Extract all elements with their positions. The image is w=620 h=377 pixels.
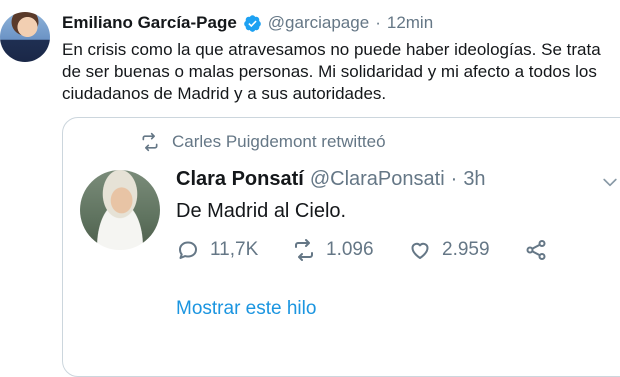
quoted-tweet-text: De Madrid al Cielo. — [176, 200, 347, 222]
retweet-button[interactable]: 1.096 — [292, 238, 374, 262]
tweet-text: En crisis como la que atravesamos no pue… — [62, 40, 601, 103]
tweet-header: Emiliano García-Page @garciapage · 12min — [62, 13, 433, 33]
retweet-context: Carles Puigdemont retwitteó — [140, 132, 386, 152]
reply-count: 11,7K — [210, 239, 259, 260]
verified-badge-icon — [243, 14, 261, 32]
quoted-author-name[interactable]: Clara Ponsatí — [176, 168, 304, 191]
tweet-timestamp[interactable]: 12min — [387, 13, 433, 33]
separator-dot: · — [375, 13, 381, 32]
retweet-icon — [295, 239, 313, 261]
retweet-icon — [142, 132, 158, 152]
share-button[interactable] — [524, 238, 548, 262]
reply-icon — [179, 241, 197, 259]
share-icon — [526, 240, 546, 260]
show-thread-link[interactable]: Mostrar este hilo — [176, 298, 316, 320]
like-button[interactable]: 2.959 — [408, 238, 490, 262]
retweet-count: 1.096 — [326, 239, 374, 260]
like-count: 2.959 — [442, 239, 490, 260]
author-name[interactable]: Emiliano García-Page — [62, 13, 237, 33]
retweeted-by-label[interactable]: Carles Puigdemont retwitteó — [172, 132, 386, 152]
quoted-tweet-timestamp[interactable]: 3h — [463, 168, 485, 191]
author-handle[interactable]: @garciapage — [268, 13, 369, 33]
reply-button[interactable]: 11,7K — [176, 238, 258, 262]
heart-icon — [411, 242, 429, 259]
quoted-tweet-header: Clara Ponsatí @ClaraPonsati · 3h — [176, 168, 486, 191]
quoted-author-avatar[interactable] — [80, 170, 160, 250]
quoted-author-handle[interactable]: @ClaraPonsati — [310, 168, 445, 191]
separator-dot: · — [450, 168, 458, 190]
chevron-down-icon[interactable] — [600, 172, 620, 192]
author-avatar[interactable] — [0, 12, 50, 62]
